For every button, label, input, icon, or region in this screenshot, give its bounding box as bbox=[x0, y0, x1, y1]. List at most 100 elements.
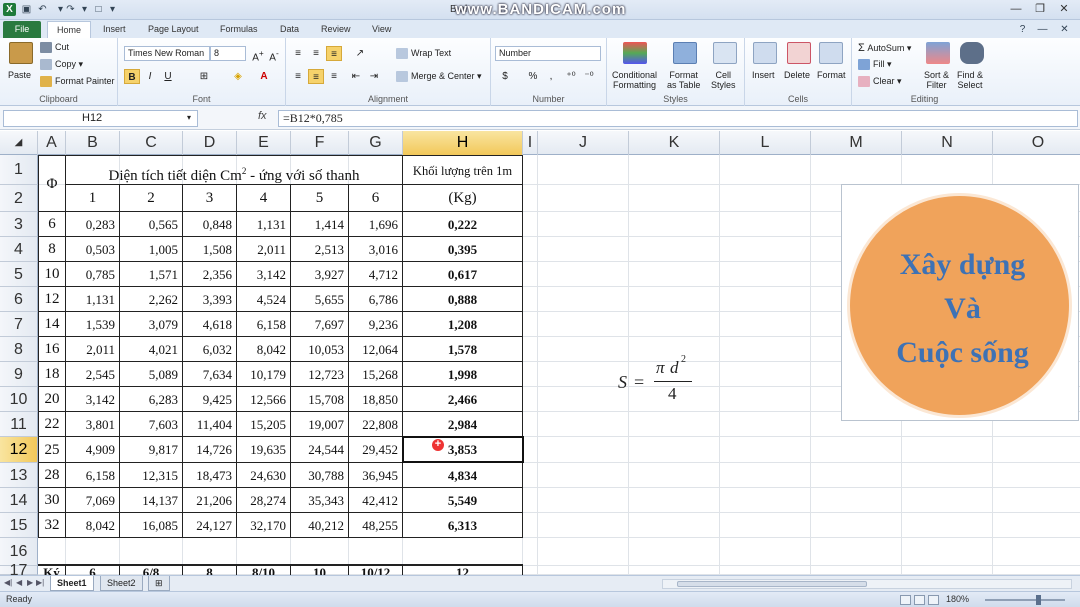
table-cell[interactable]: 12 bbox=[38, 287, 66, 312]
table-cell[interactable]: 1,578 bbox=[403, 337, 523, 362]
weight-unit-header[interactable]: (Kg) bbox=[403, 185, 523, 212]
table-cell[interactable]: 4,834 bbox=[403, 463, 523, 488]
increase-decimal-icon[interactable]: ⁺⁰ bbox=[563, 69, 579, 84]
row-header-13[interactable]: 13 bbox=[0, 463, 38, 488]
format-painter-button[interactable]: Format Painter bbox=[40, 76, 115, 88]
table-cell[interactable]: 29,452 bbox=[349, 437, 403, 463]
tab-data[interactable]: Data bbox=[274, 21, 305, 38]
fill-button[interactable]: Fill ▾ bbox=[858, 59, 892, 71]
table-cell[interactable]: 21,206 bbox=[183, 488, 237, 513]
tab-file[interactable]: File bbox=[3, 21, 41, 38]
row-header-17[interactable]: 17 bbox=[0, 563, 38, 579]
table-cell[interactable]: 3,142 bbox=[237, 262, 291, 287]
comma-button[interactable]: , bbox=[543, 69, 559, 84]
table-cell[interactable]: 15,708 bbox=[291, 387, 349, 412]
table-cell[interactable]: 18 bbox=[38, 362, 66, 387]
align-top-icon[interactable]: ≡ bbox=[290, 46, 306, 61]
table-cell[interactable]: 8,042 bbox=[66, 513, 120, 538]
table-cell[interactable]: 6,032 bbox=[183, 337, 237, 362]
conditional-formatting-button[interactable]: Conditional Formatting bbox=[612, 70, 657, 90]
table-cell[interactable]: 9,236 bbox=[349, 312, 403, 337]
save-icon[interactable]: ▣ bbox=[20, 3, 33, 16]
font-name-select[interactable]: Times New Roman bbox=[124, 46, 210, 61]
table-cell[interactable]: 1,539 bbox=[66, 312, 120, 337]
format-as-table-button[interactable]: Format as Table bbox=[667, 70, 700, 90]
row-header-14[interactable]: 14 bbox=[0, 488, 38, 513]
table-cell[interactable]: 15,268 bbox=[349, 362, 403, 387]
ribbon-minimize-icon[interactable]: — bbox=[1036, 23, 1049, 36]
table-cell-row17[interactable]: Ký bbox=[38, 564, 66, 575]
table-cell[interactable]: 7,697 bbox=[291, 312, 349, 337]
table-cell-row17[interactable]: 8 bbox=[183, 564, 237, 575]
table-cell[interactable]: 8,042 bbox=[237, 337, 291, 362]
tab-formulas[interactable]: Formulas bbox=[214, 21, 264, 38]
table-cell[interactable]: 4,909 bbox=[66, 437, 120, 463]
cell-styles-button[interactable]: Cell Styles bbox=[711, 70, 736, 90]
number-format-select[interactable]: Number bbox=[495, 46, 601, 61]
table-cell[interactable]: 16 bbox=[38, 337, 66, 362]
column-header-c[interactable]: C bbox=[120, 131, 183, 155]
clear-button[interactable]: Clear ▾ bbox=[858, 76, 902, 88]
table-cell[interactable]: 10,053 bbox=[291, 337, 349, 362]
table-cell-row17[interactable]: 8/10 bbox=[237, 564, 291, 575]
table-cell[interactable]: 3,142 bbox=[66, 387, 120, 412]
table-cell[interactable]: 1,508 bbox=[183, 237, 237, 262]
table-cell[interactable]: 6,158 bbox=[66, 463, 120, 488]
table-cell[interactable]: 7,603 bbox=[120, 412, 183, 437]
row-header-10[interactable]: 10 bbox=[0, 387, 38, 412]
page-layout-view-icon[interactable] bbox=[914, 595, 925, 605]
tab-insert[interactable]: Insert bbox=[97, 21, 132, 38]
table-cell[interactable]: 3,079 bbox=[120, 312, 183, 337]
row-header-12[interactable]: 12 bbox=[0, 437, 38, 463]
table-cell[interactable]: 0,785 bbox=[66, 262, 120, 287]
align-right-icon[interactable]: ≡ bbox=[326, 69, 342, 84]
sort-filter-button[interactable]: Sort & Filter bbox=[924, 70, 949, 90]
table-cell[interactable]: 2,466 bbox=[403, 387, 523, 412]
table-cell[interactable]: 1,414 bbox=[291, 212, 349, 237]
copy-button[interactable]: Copy ▾ bbox=[40, 59, 83, 71]
table-cell[interactable]: 6 bbox=[38, 212, 66, 237]
table-cell[interactable]: 6,283 bbox=[120, 387, 183, 412]
table-cell[interactable]: 5,089 bbox=[120, 362, 183, 387]
tab-view[interactable]: View bbox=[366, 21, 397, 38]
table-cell[interactable]: 20 bbox=[38, 387, 66, 412]
insert-sheet-icon[interactable]: ⊞ bbox=[148, 576, 170, 591]
table-cell[interactable]: 2,984 bbox=[403, 412, 523, 437]
table-cell[interactable]: 14,726 bbox=[183, 437, 237, 463]
table-cell[interactable]: 2,513 bbox=[291, 237, 349, 262]
table-cell[interactable]: 14,137 bbox=[120, 488, 183, 513]
table-cell[interactable]: 18,473 bbox=[183, 463, 237, 488]
column-header-a[interactable]: A bbox=[38, 131, 66, 155]
table-cell-row17[interactable]: 12 bbox=[403, 564, 523, 575]
table-cell[interactable]: 25 bbox=[38, 437, 66, 463]
table-cell[interactable]: 32 bbox=[38, 513, 66, 538]
tab-home[interactable]: Home bbox=[47, 21, 91, 38]
page-break-view-icon[interactable] bbox=[928, 595, 939, 605]
table-cell[interactable]: 0,888 bbox=[403, 287, 523, 312]
borders-icon[interactable]: ⊞ bbox=[196, 69, 212, 84]
sheet-tab-sheet2[interactable]: Sheet2 bbox=[100, 576, 143, 591]
zoom-slider-knob[interactable] bbox=[1036, 595, 1041, 605]
table-cell[interactable]: 6,786 bbox=[349, 287, 403, 312]
table-cell[interactable]: 10 bbox=[38, 262, 66, 287]
merge-center-button[interactable]: Merge & Center ▾ bbox=[396, 71, 482, 83]
table-cell[interactable]: 1,696 bbox=[349, 212, 403, 237]
currency-icon[interactable]: $ bbox=[497, 69, 513, 84]
insert-button[interactable]: Insert bbox=[752, 70, 775, 80]
table-cell[interactable]: 8 bbox=[38, 237, 66, 262]
select-all-corner[interactable]: ◢ bbox=[0, 131, 38, 155]
table-cell[interactable]: 32,170 bbox=[237, 513, 291, 538]
table-cell[interactable]: 7,634 bbox=[183, 362, 237, 387]
table-cell[interactable]: 6,158 bbox=[237, 312, 291, 337]
table-cell[interactable]: 3,016 bbox=[349, 237, 403, 262]
redo-icon[interactable]: ↷ bbox=[64, 3, 77, 16]
column-header-e[interactable]: E bbox=[237, 131, 291, 155]
table-cell[interactable]: 18,850 bbox=[349, 387, 403, 412]
table-cell[interactable]: 4,712 bbox=[349, 262, 403, 287]
table-cell[interactable]: 28 bbox=[38, 463, 66, 488]
orientation-icon[interactable]: ↗ bbox=[352, 46, 368, 61]
table-cell[interactable]: 1,571 bbox=[120, 262, 183, 287]
increase-indent-icon[interactable]: ⇥ bbox=[366, 69, 382, 84]
paste-button[interactable]: Paste bbox=[8, 70, 31, 80]
horizontal-scroll-thumb[interactable] bbox=[677, 581, 867, 587]
